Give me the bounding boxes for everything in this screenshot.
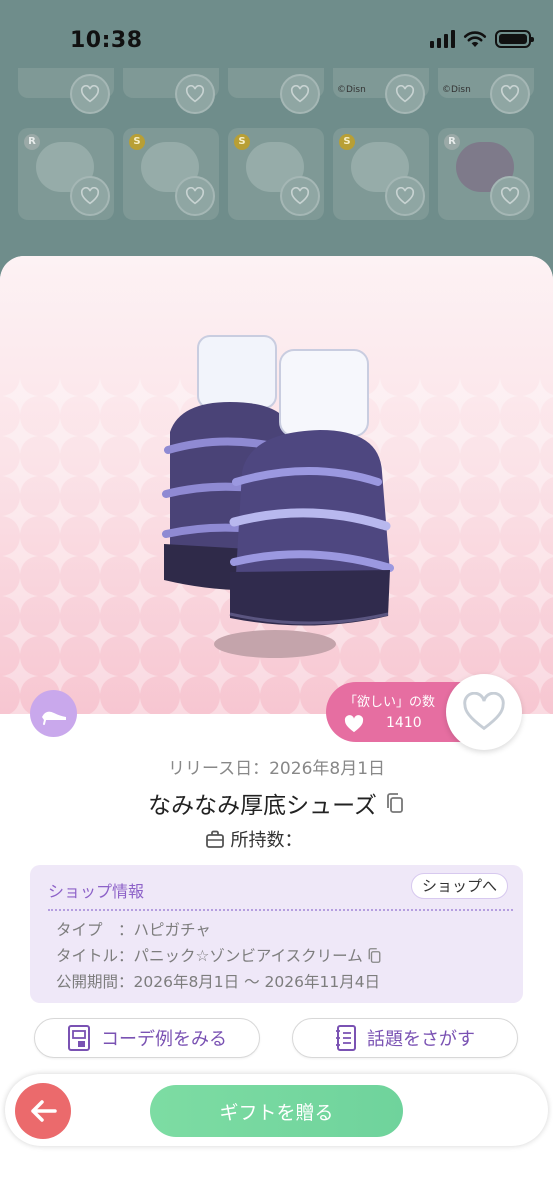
want-count: 1410 — [386, 715, 422, 731]
heart-icon[interactable] — [175, 74, 215, 114]
back-button[interactable] — [15, 1083, 71, 1139]
rank-badge: R — [444, 134, 460, 150]
copy-icon[interactable] — [385, 792, 405, 814]
copyright-caption: ©Disn — [337, 85, 366, 95]
signal-icon — [430, 30, 455, 48]
item-grid-row-top: ©Disn ©Disn — [18, 68, 534, 114]
item-tile[interactable]: ©Disn — [438, 68, 534, 114]
rank-badge: S — [234, 134, 250, 150]
shoe-icon — [30, 690, 77, 737]
battery-icon — [495, 30, 534, 48]
copyright-caption: ©Disn — [442, 85, 471, 95]
search-topic-label: 話題をさがす — [367, 1029, 475, 1050]
item-tile[interactable]: R — [18, 128, 114, 220]
heart-icon[interactable] — [385, 74, 425, 114]
item-name: なみなみ厚底シューズ — [148, 793, 377, 819]
copy-icon[interactable] — [367, 947, 382, 964]
heart-icon[interactable] — [70, 176, 110, 216]
view-coordinate-label: コーデ例をみる — [101, 1029, 227, 1050]
shop-title-line: タイトル：パニック☆ゾンビアイスクリーム — [56, 944, 382, 966]
status-time: 10:38 — [70, 28, 143, 53]
release-date: リリース日：2026年8月1日 — [167, 759, 386, 779]
want-label: 「欲しい」の数 — [344, 695, 436, 710]
notebook-icon — [336, 1025, 356, 1051]
heart-icon[interactable] — [280, 176, 320, 216]
item-detail-sheet: 「欲しい」の数 1410 リリース日：2026年8月1日 なみなみ厚底シューズ … — [0, 256, 553, 1200]
rank-badge: S — [129, 134, 145, 150]
go-to-shop-button[interactable]: ショップへ — [410, 873, 508, 899]
item-tile[interactable]: S — [123, 128, 219, 220]
heart-icon[interactable] — [280, 74, 320, 114]
bottom-action-bar: ギフトを贈る — [5, 1074, 548, 1146]
heart-outline-icon — [463, 692, 505, 731]
heart-icon[interactable] — [385, 176, 425, 216]
item-tile[interactable] — [18, 68, 114, 114]
heart-icon — [344, 715, 364, 733]
item-tile[interactable] — [123, 68, 219, 114]
item-illustration — [162, 335, 394, 626]
shop-info-box: ショップ情報 ショップへ タイプ ：ハピガチャ タイトル：パニック☆ゾンビアイス… — [30, 865, 523, 1003]
heart-icon[interactable] — [175, 176, 215, 216]
divider — [48, 909, 513, 911]
arrow-left-icon — [31, 1100, 57, 1122]
heart-icon[interactable] — [70, 74, 110, 114]
outfit-card-icon — [68, 1025, 90, 1051]
heart-icon[interactable] — [490, 176, 530, 216]
item-name-row: なみなみ厚底シューズ — [0, 786, 553, 820]
search-topic-button[interactable]: 話題をさがす — [292, 1018, 518, 1058]
owned-label: 所持数： — [230, 830, 303, 851]
item-tile[interactable]: R — [438, 128, 534, 220]
shop-type-line: タイプ ：ハピガチャ — [56, 921, 211, 939]
rank-badge: S — [339, 134, 355, 150]
item-tile[interactable]: ©Disn — [333, 68, 429, 114]
item-grid-row: R S S S R — [18, 128, 534, 220]
bag-icon — [205, 830, 224, 848]
view-coordinate-button[interactable]: コーデ例をみる — [34, 1018, 260, 1058]
item-tile[interactable] — [228, 68, 324, 114]
shop-info-title: ショップ情報 — [48, 882, 145, 901]
status-icons — [430, 30, 534, 48]
favorite-button[interactable] — [446, 674, 522, 750]
send-gift-button[interactable]: ギフトを贈る — [150, 1085, 403, 1137]
owned-count-row: 所持数： — [0, 826, 553, 852]
rank-badge: R — [24, 134, 40, 150]
item-tile[interactable]: S — [228, 128, 324, 220]
heart-icon[interactable] — [490, 74, 530, 114]
item-preview-area — [0, 256, 553, 737]
item-tile[interactable]: S — [333, 128, 429, 220]
shop-period-line: 公開期間：2026年8月1日 〜 2026年11月4日 — [56, 973, 381, 991]
wifi-icon — [463, 31, 487, 47]
